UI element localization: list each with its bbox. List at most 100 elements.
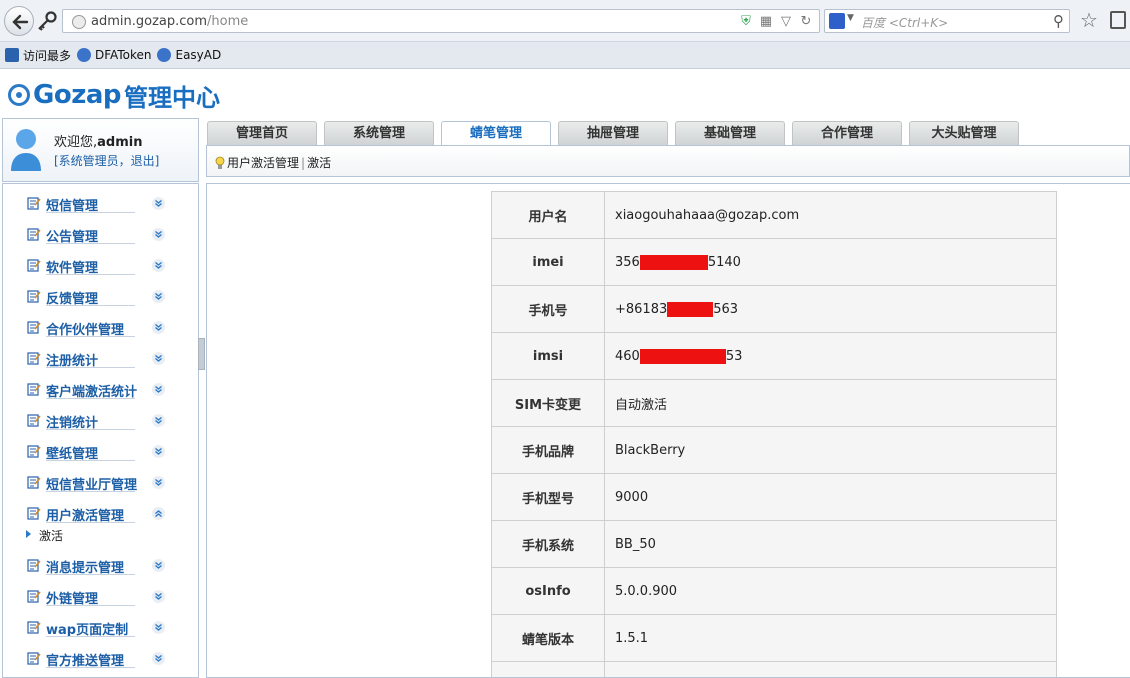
site-identity-icon[interactable] <box>36 11 58 31</box>
menu-underline <box>46 305 135 306</box>
detail-value: xiaogouhahaaa@gozap.com <box>604 191 1057 239</box>
sidebar-collapse-handle[interactable] <box>198 338 205 370</box>
detail-row: osInfo 5.0.0.900 <box>491 567 1057 615</box>
sidebar-item[interactable]: 软件管理 <box>3 246 198 277</box>
bookmark-easyad[interactable]: EasyAD <box>157 48 221 62</box>
menu-underline <box>46 274 135 275</box>
detail-row: 蜻笔版本 1.5.1 <box>491 614 1057 662</box>
logo-mark-icon <box>8 84 30 106</box>
sidebar-item[interactable]: 壁纸管理 <box>3 432 198 463</box>
bookmark-star-icon[interactable]: ☆ <box>1080 10 1098 30</box>
globe-icon <box>72 15 86 29</box>
expand-chevron-icon[interactable] <box>152 414 165 427</box>
edit-document-icon <box>27 651 41 665</box>
detail-label: 用户名 <box>491 191 605 239</box>
detail-label: 手机号 <box>491 285 605 333</box>
edit-document-icon <box>27 444 41 458</box>
dropdown-arrow-icon[interactable]: ▽ <box>779 15 793 29</box>
back-button[interactable] <box>4 6 34 36</box>
tab-qingbi[interactable]: 蜻笔管理 <box>441 121 551 147</box>
sidebar-item[interactable]: wap页面定制 <box>3 608 198 639</box>
expand-chevron-icon[interactable] <box>152 290 165 303</box>
engine-dropdown-icon[interactable]: ▼ <box>847 13 854 23</box>
menu-underline <box>46 212 135 213</box>
bookmark-most-visited[interactable]: 访问最多 <box>5 47 71 64</box>
security-shield-icon[interactable]: ⛨ <box>739 15 753 29</box>
value-prefix: 460 <box>615 348 640 364</box>
expand-chevron-icon[interactable] <box>152 352 165 365</box>
detail-table: 用户名 xiaogouhahaaa@gozap.com imei 356 5140 手机号… <box>491 191 1057 677</box>
detail-row: SIM卡变更 自动激活 <box>491 379 1057 427</box>
url-bar[interactable]: admin.gozap.com/home ⛨ ▦ ▽ ↻ <box>62 9 820 33</box>
bookmarks-bar: 访问最多 DFAToken EasyAD <box>0 42 1130 69</box>
menu-underline <box>46 522 135 523</box>
value-suffix: 53 <box>725 348 743 364</box>
tab-home[interactable]: 管理首页 <box>207 121 317 145</box>
sidebar-item[interactable]: 短信营业厅管理 <box>3 463 198 494</box>
tab-system[interactable]: 系统管理 <box>324 121 434 145</box>
search-engine-icon[interactable] <box>829 13 845 29</box>
sidebar-item[interactable]: 公告管理 <box>3 215 198 246</box>
search-icon[interactable]: ⚲ <box>1053 12 1064 30</box>
breadcrumb-bar: 用户激活管理 | 激活 <box>206 145 1130 177</box>
sidebar-item[interactable]: 消息提示管理 <box>3 546 198 577</box>
bookmark-page-icon <box>157 48 172 62</box>
sidebar: 短信管理 公告管理 软件管理 反馈管理 合作伙伴管理 注册统计 客户端激活统计 注销统计 壁纸管… <box>2 183 199 678</box>
detail-label: SIM卡变更 <box>491 379 605 427</box>
reading-list-icon[interactable] <box>1110 11 1126 29</box>
url-text[interactable]: admin.gozap.com/home <box>91 14 248 29</box>
bookmark-page-icon <box>77 48 92 62</box>
menu-underline <box>46 367 135 368</box>
sidebar-item[interactable]: 反馈管理 <box>3 277 198 308</box>
expand-chevron-icon[interactable] <box>152 652 165 665</box>
qr-code-icon[interactable]: ▦ <box>759 15 773 29</box>
expand-chevron-icon[interactable] <box>152 476 165 489</box>
sidebar-subitem-label[interactable]: 激活 <box>39 527 63 544</box>
edit-document-icon <box>27 589 41 603</box>
search-bar[interactable]: ▼ 百度 <Ctrl+K> ⚲ <box>824 9 1070 33</box>
menu-underline <box>46 336 135 337</box>
expand-chevron-icon[interactable] <box>152 445 165 458</box>
sidebar-item[interactable]: 官方推送管理 <box>3 639 198 670</box>
sidebar-item[interactable]: 短信管理 <box>3 184 198 215</box>
detail-label: osInfo <box>491 567 605 615</box>
sidebar-item[interactable]: 注销统计 <box>3 401 198 432</box>
expand-chevron-icon[interactable] <box>152 559 165 572</box>
sidebar-item[interactable]: 外链管理 <box>3 577 198 608</box>
redaction-bar <box>667 301 714 317</box>
detail-value: 1.5.1 <box>604 614 1057 662</box>
detail-value: +86183 563 <box>604 285 1057 333</box>
expand-chevron-icon[interactable] <box>152 197 165 210</box>
expand-chevron-icon[interactable] <box>152 228 165 241</box>
role-logout-link[interactable]: [系统管理员，退出] <box>54 152 159 169</box>
expand-chevron-icon[interactable] <box>152 621 165 634</box>
detail-label: imsi <box>491 332 605 380</box>
redaction-bar <box>639 254 708 270</box>
collapse-chevron-icon[interactable] <box>152 507 165 520</box>
value-prefix: 356 <box>615 254 640 270</box>
breadcrumb-section[interactable]: 用户激活管理 <box>227 154 299 171</box>
top-tabs: 管理首页 系统管理 蜻笔管理 抽屉管理 基础管理 合作管理 大头贴管理 <box>207 121 1019 147</box>
expand-chevron-icon[interactable] <box>152 590 165 603</box>
sidebar-item[interactable]: 客户端激活统计 <box>3 370 198 401</box>
tab-photo-sticker[interactable]: 大头贴管理 <box>909 121 1019 145</box>
sidebar-item[interactable]: 注册统计 <box>3 339 198 370</box>
sidebar-item[interactable]: 合作伙伴管理 <box>3 308 198 339</box>
bookmark-dfatoken[interactable]: DFAToken <box>77 48 151 62</box>
tab-cooperation[interactable]: 合作管理 <box>792 121 902 145</box>
expand-chevron-icon[interactable] <box>152 321 165 334</box>
detail-label: 手机品牌 <box>491 426 605 474</box>
triangle-right-icon <box>26 530 31 538</box>
edit-document-icon <box>27 289 41 303</box>
tab-drawer[interactable]: 抽屉管理 <box>558 121 668 145</box>
sidebar-item[interactable]: 用户激活管理 <box>3 494 198 525</box>
reload-icon[interactable]: ↻ <box>799 15 813 29</box>
expand-chevron-icon[interactable] <box>152 259 165 272</box>
edit-document-icon <box>27 258 41 272</box>
search-placeholder[interactable]: 百度 <Ctrl+K> <box>861 14 948 31</box>
tab-basic[interactable]: 基础管理 <box>675 121 785 145</box>
edit-document-icon <box>27 413 41 427</box>
expand-chevron-icon[interactable] <box>152 383 165 396</box>
sidebar-subitem[interactable]: 激活 <box>3 525 198 546</box>
menu-underline <box>46 605 135 606</box>
